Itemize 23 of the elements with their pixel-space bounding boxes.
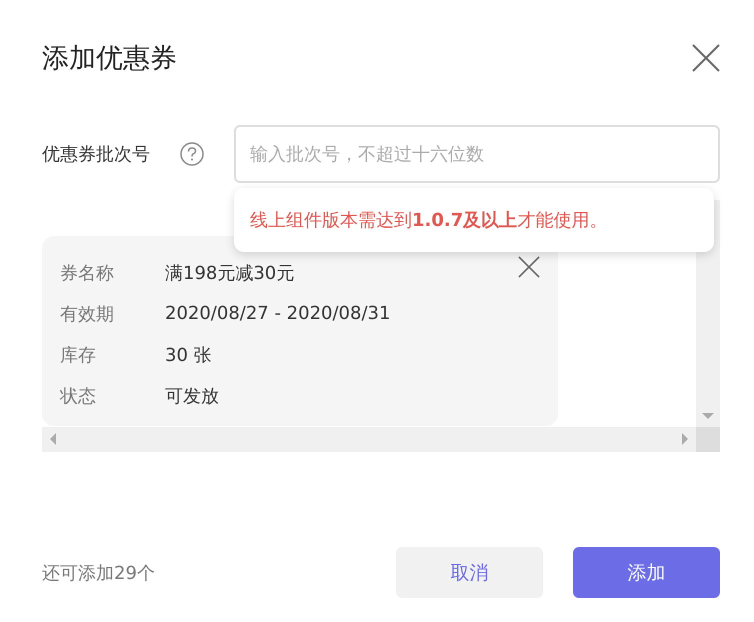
close-icon[interactable] — [518, 256, 540, 278]
cancel-button[interactable]: 取消 — [396, 547, 543, 598]
field-value: 满198元减30元 — [165, 262, 294, 284]
field-label: 优惠券批次号 — [42, 143, 151, 166]
field-label: 库存 — [60, 344, 97, 366]
field-label: 有效期 — [60, 302, 115, 326]
dialog-title: 添加优惠券 — [42, 42, 177, 76]
right-arrow-icon[interactable] — [682, 433, 688, 445]
help-icon[interactable] — [180, 142, 204, 166]
horizontal-scrollbar[interactable] — [42, 427, 720, 452]
scrollbar-corner — [696, 427, 720, 452]
field-value: 30 张 — [165, 344, 212, 366]
field-label: 状态 — [60, 384, 97, 408]
down-arrow-icon[interactable] — [702, 413, 714, 419]
add-button[interactable]: 添加 — [573, 547, 720, 598]
field-value: 可发放 — [165, 384, 219, 408]
field-label: 券名称 — [60, 262, 115, 284]
batch-number-field[interactable]: 输入批次号，不超过十六位数 — [234, 125, 720, 183]
field-value: 2020/08/27 - 2020/08/31 — [165, 303, 390, 324]
left-arrow-icon[interactable] — [50, 433, 56, 445]
remaining-count: 还可添加29个 — [42, 562, 155, 584]
tooltip: 线上组件版本需达到1.0.7及以上才能使用。 — [234, 188, 714, 252]
close-icon[interactable] — [692, 44, 720, 72]
